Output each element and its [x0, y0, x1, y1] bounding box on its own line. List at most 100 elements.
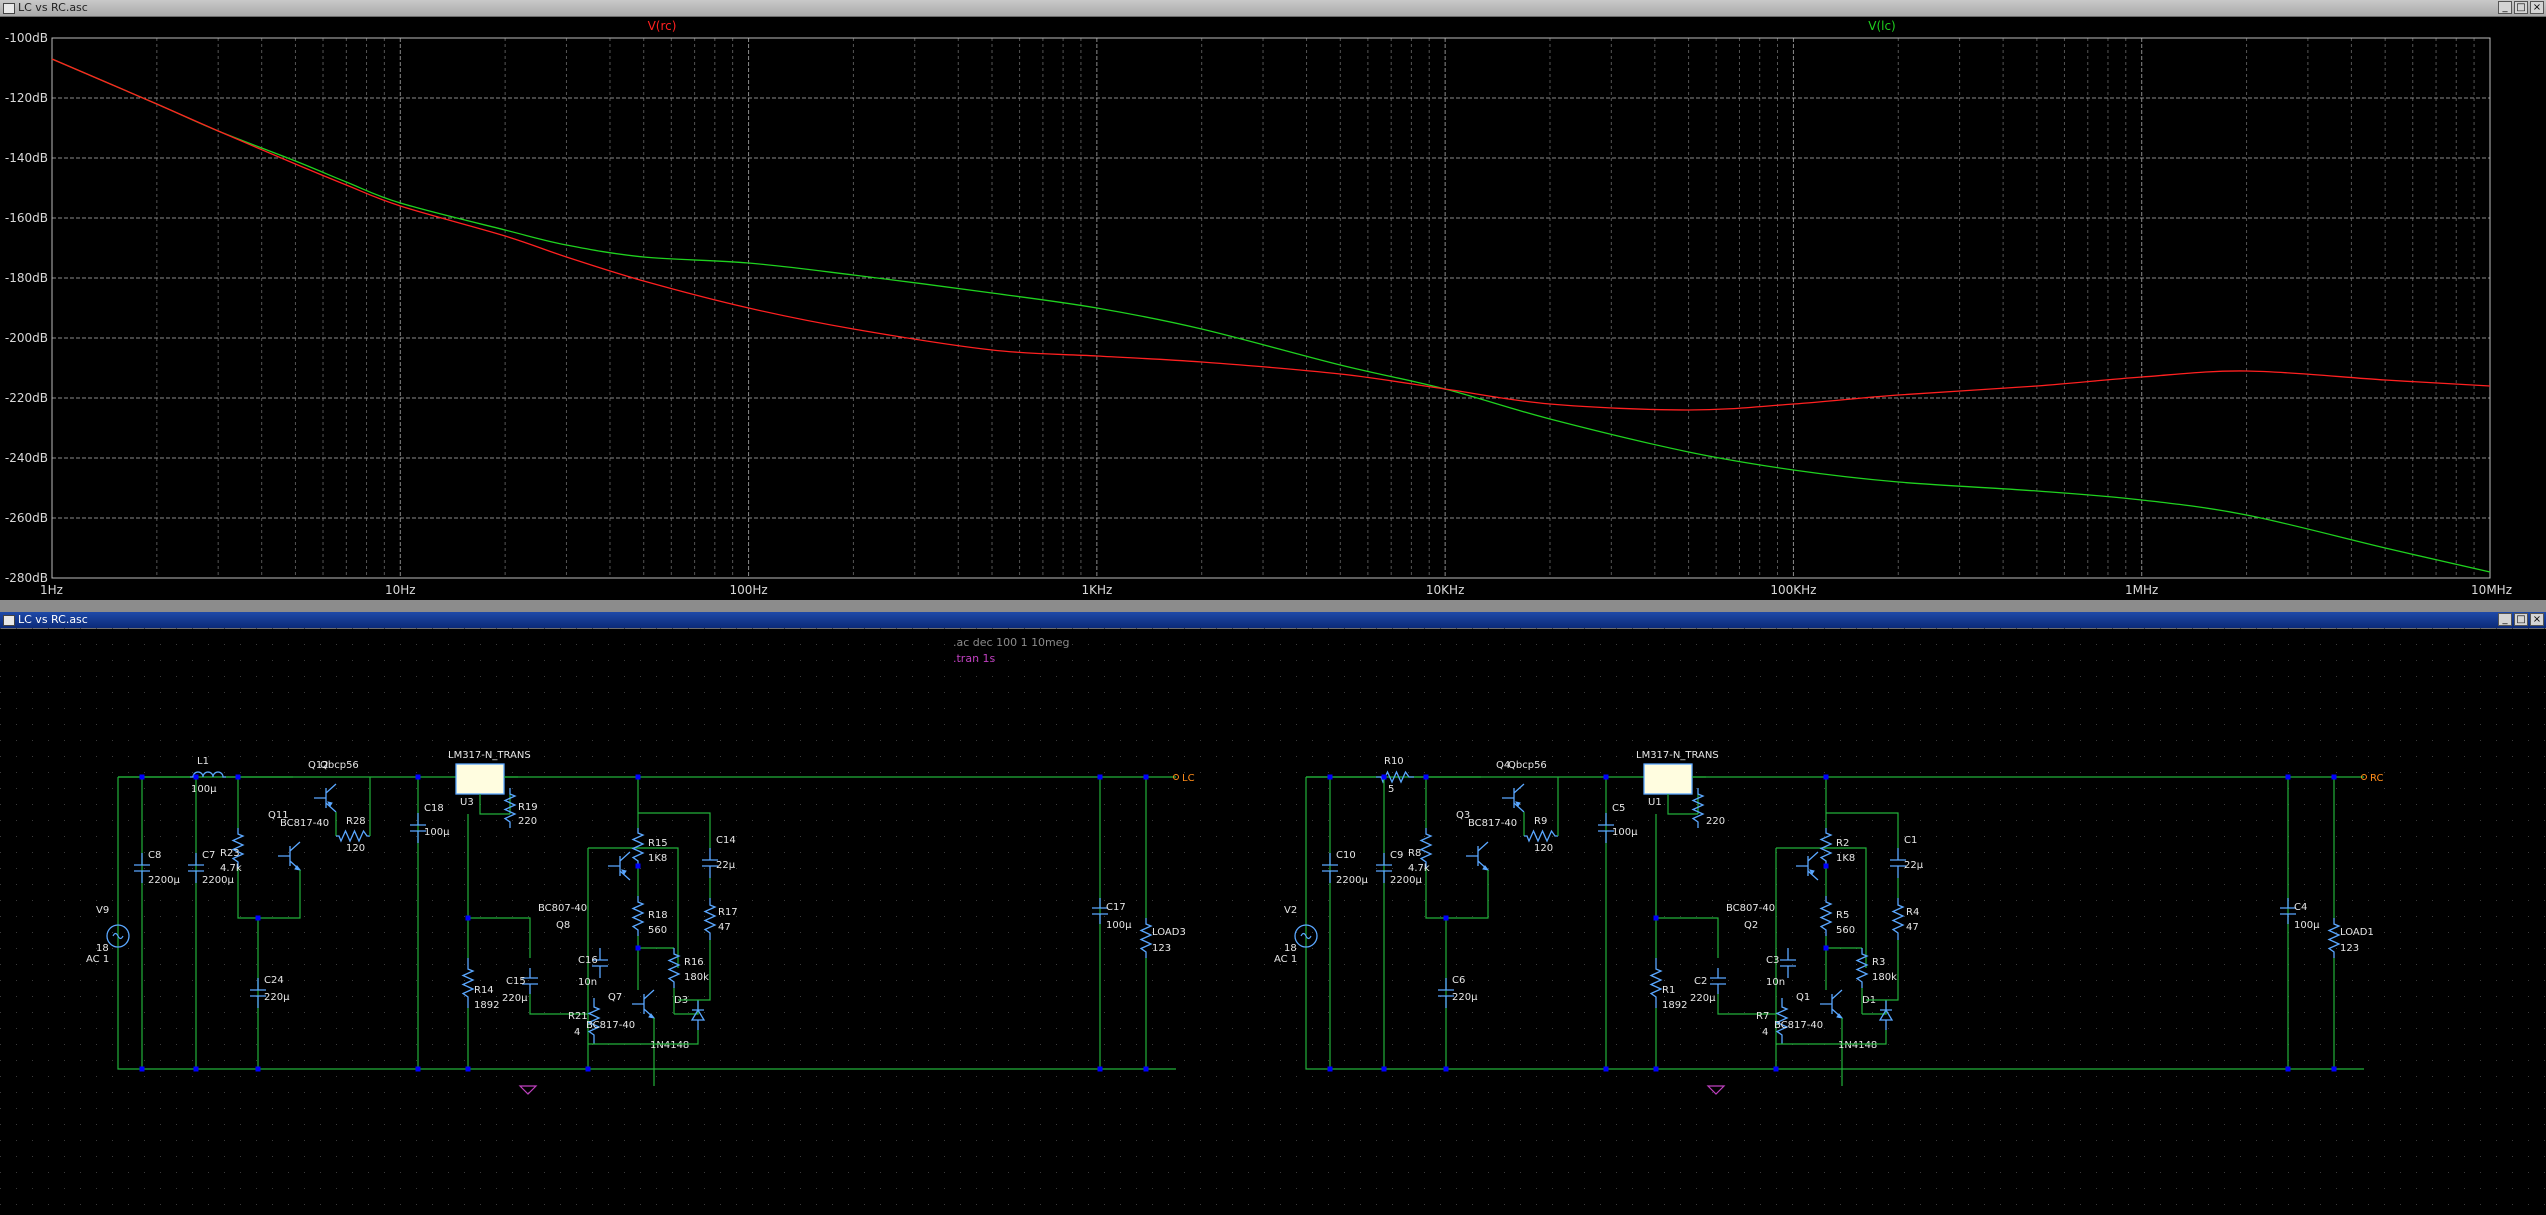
bode-plot[interactable]: -100dB -120dB -140dB -160dB -180dB -200dB -220… [0, 16, 2546, 600]
plot-window[interactable]: LC vs RC.asc _ □ × -100dB -120dB -140dB -16… [0, 0, 2546, 600]
junction-dot [139, 1066, 145, 1072]
load-value: 123 [1152, 943, 1171, 954]
x-tick-label: 10MHz [2471, 583, 2512, 597]
close-button[interactable]: × [2530, 1, 2544, 14]
junction-dot [1327, 1066, 1333, 1072]
x-tick-label: 100Hz [729, 583, 767, 597]
capacitor-name: C7 [202, 850, 215, 861]
load-value: 123 [2340, 943, 2359, 954]
junction-dot [193, 774, 199, 780]
resistor-name: R23 [220, 848, 240, 859]
junction-dot [635, 774, 641, 780]
y-tick-label: -200dB [5, 331, 48, 345]
y-tick-label: -120dB [5, 91, 48, 105]
junction-dot [1823, 945, 1829, 951]
capacitor-name: C6 [1452, 975, 1465, 986]
junction-dot [1603, 774, 1609, 780]
schematic-canvas[interactable]: .ac dec 100 1 10meg .tran 1s V918AC 1L11… [0, 628, 2546, 1215]
resistor-name: R5 [1836, 910, 1849, 921]
junction-dot [2285, 774, 2291, 780]
source-name: V2 [1284, 905, 1297, 916]
capacitor-name: C18 [424, 803, 444, 814]
capacitor-value: 100µ [2294, 920, 2320, 931]
capacitor-value: 220µ [1452, 992, 1478, 1003]
capacitor-name: C10 [1336, 850, 1356, 861]
diode-model: 1N4148 [1838, 1040, 1877, 1051]
resistor-name: R14 [474, 985, 494, 996]
capacitor-value: 100µ [424, 827, 450, 838]
transistor-model: BC807-40 [538, 903, 587, 914]
transistor-name: Q7 [608, 992, 622, 1003]
resistor-value: 560 [648, 925, 667, 936]
transistor-model: BC817-40 [280, 818, 329, 829]
resistor-value: 5 [1388, 784, 1394, 795]
trace-vrc [51, 58, 2491, 411]
source-ac-value: AC 1 [1274, 954, 1297, 965]
junction-dot [1381, 1066, 1387, 1072]
resistor-value: 47 [718, 922, 731, 933]
capacitor-value: 2200µ [202, 875, 234, 886]
plot-traces [51, 58, 2491, 573]
regulator-block[interactable] [455, 763, 505, 795]
trace-label-vlc[interactable]: V(lc) [1868, 19, 1896, 33]
resistor-value: 1892 [1662, 1000, 1687, 1011]
schematic-window[interactable]: LC vs RC.asc _ □ × .ac dec 100 1 10meg .… [0, 612, 2546, 1215]
maximize-button[interactable]: □ [2514, 1, 2528, 14]
resistor-name: R16 [684, 957, 704, 968]
capacitor-value: 220µ [502, 993, 528, 1004]
transistor-model: BC817-40 [586, 1020, 635, 1031]
plot-grid [52, 38, 2490, 578]
resistor-name: R7 [1756, 1011, 1769, 1022]
plot-window-titlebar[interactable]: LC vs RC.asc _ □ × [0, 0, 2546, 17]
junction-dot [2331, 774, 2337, 780]
x-axis-tick-labels: 1Hz 10Hz 100Hz 1KHz 10KHz 100KHz 1MHz 10MHz [40, 583, 2512, 597]
junction-dot [1443, 915, 1449, 921]
resistor-value: 220 [518, 816, 537, 827]
y-tick-label: -220dB [5, 391, 48, 405]
x-tick-label: 1MHz [2125, 583, 2158, 597]
trace-legend[interactable]: V(rc) V(lc) [648, 19, 1896, 33]
junction-dot [1443, 1066, 1449, 1072]
junction-dot [1423, 774, 1429, 780]
maximize-button[interactable]: □ [2514, 613, 2528, 626]
regulator-block[interactable] [1643, 763, 1693, 795]
trace-vlc [51, 58, 2491, 573]
capacitor-value: 10n [578, 977, 597, 988]
junction-dot [1097, 1066, 1103, 1072]
capacitor-value: 220µ [264, 992, 290, 1003]
transistor-name: Q1 [1796, 992, 1810, 1003]
resistor-value: 560 [1836, 925, 1855, 936]
capacitor-name: C24 [264, 975, 284, 986]
junction-dot [1823, 863, 1829, 869]
capacitor-value: 22µ [716, 860, 736, 871]
minimize-button[interactable]: _ [2498, 1, 2512, 14]
capacitor-value: 22µ [1904, 860, 1924, 871]
capacitor-value: 2200µ [1336, 875, 1368, 886]
tran-directive[interactable]: .tran 1s [953, 652, 996, 665]
junction-dot [139, 774, 145, 780]
y-tick-label: -260dB [5, 511, 48, 525]
schematic-window-titlebar[interactable]: LC vs RC.asc _ □ × [0, 612, 2546, 629]
resistor-value: 4.7k [220, 863, 242, 874]
trace-label-vrc[interactable]: V(rc) [648, 19, 677, 33]
resistor-name: R15 [648, 838, 668, 849]
junction-dot [635, 863, 641, 869]
capacitor-name: C15 [506, 976, 526, 987]
schematic-grid [0, 628, 2546, 1215]
minimize-button[interactable]: _ [2498, 613, 2512, 626]
capacitor-value: 2200µ [148, 875, 180, 886]
capacitor-name: C16 [578, 955, 598, 966]
resistor-name: R18 [648, 910, 668, 921]
resistor-name: R2 [1836, 838, 1849, 849]
resistor-name: R8 [1408, 848, 1421, 859]
diode-model: 1N4148 [650, 1040, 689, 1051]
transistor-name: Q2 [1744, 920, 1758, 931]
junction-dot [193, 1066, 199, 1072]
ac-directive[interactable]: .ac dec 100 1 10meg [953, 636, 1070, 649]
junction-dot [2331, 1066, 2337, 1072]
schematic-window-title: LC vs RC.asc [18, 613, 88, 626]
capacitor-value: 2200µ [1390, 875, 1422, 886]
plot-window-title: LC vs RC.asc [18, 1, 88, 14]
close-button[interactable]: × [2530, 613, 2544, 626]
regulator-model: LM317-N_TRANS [448, 750, 531, 761]
